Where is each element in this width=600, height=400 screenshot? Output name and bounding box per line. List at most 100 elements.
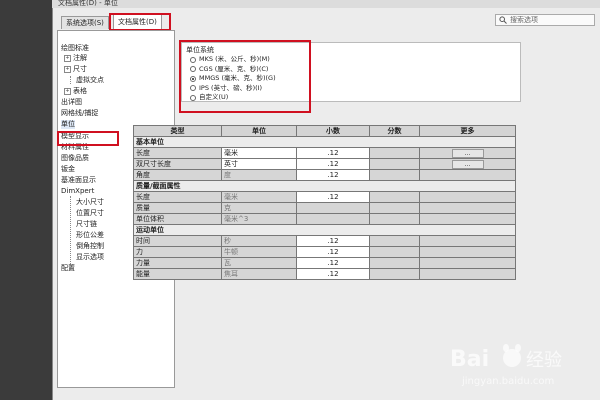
tree-item-5[interactable]: 出详图 [61, 98, 82, 107]
tree-item-6[interactable]: 网格线/捕捉 [61, 109, 98, 118]
cell-unit-select[interactable]: 克 [221, 202, 297, 214]
expand-plus-icon[interactable]: + [64, 87, 71, 95]
search-options-field[interactable]: 搜索选项 [495, 14, 595, 26]
tree-item-13[interactable]: DimXpert [61, 187, 94, 196]
tree-item-17[interactable]: 形位公差 [76, 231, 104, 240]
cell-more [419, 246, 516, 258]
table-row: 长度 毫米 .12... [133, 147, 516, 159]
cell-unit-select[interactable]: 焦耳 [221, 268, 297, 280]
tree-item-12[interactable]: 基准面显示 [61, 176, 96, 185]
cell-more [419, 169, 516, 181]
cell-type: 时间 [133, 235, 222, 247]
cell-unit-select[interactable]: 毫米 [221, 191, 297, 203]
tree-item-0[interactable]: 绘图标准 [61, 44, 89, 53]
cell-decimals-select[interactable] [296, 202, 370, 214]
cell-decimals-select[interactable]: .12 [296, 235, 370, 247]
tree-item-8[interactable]: 模型显示 [61, 132, 89, 141]
cell-more [419, 213, 516, 225]
watermark-url: jingyan.baidu.com [461, 376, 554, 387]
column-header-decimals: 小数 [296, 125, 370, 137]
tree-item-label: 形位公差 [76, 231, 104, 239]
cell-more: ... [419, 147, 516, 159]
tree-item-label: 模型显示 [61, 132, 89, 140]
cell-unit-select[interactable]: 毫米 [221, 147, 297, 159]
cell-unit-select[interactable]: 英寸 [221, 158, 297, 170]
tree-connector [70, 196, 71, 270]
unit-system-option-4[interactable]: 自定义(U) [190, 93, 228, 102]
column-header-more: 更多 [419, 125, 516, 137]
column-header-type: 类型 [133, 125, 222, 137]
table-row: 时间秒 .12 [133, 235, 516, 247]
tree-item-4[interactable]: + 表格 [64, 87, 87, 96]
cell-unit-select[interactable]: 瓦 [221, 257, 297, 269]
tree-item-11[interactable]: 钣金 [61, 165, 75, 174]
baidu-jingyan-logo: Bai 经验 jingyan.baidu.com [450, 344, 562, 387]
cell-decimals-select[interactable]: .12 [296, 268, 370, 280]
cell-unit-select[interactable]: 毫米^3 [221, 213, 297, 225]
tree-item-2[interactable]: + 尺寸 [64, 65, 87, 74]
tree-item-label: 虚拟交点 [76, 76, 104, 84]
tree-item-14[interactable]: 大小尺寸 [76, 198, 104, 207]
tree-item-10[interactable]: 图像品质 [61, 154, 89, 163]
tree-item-15[interactable]: 位置尺寸 [76, 209, 104, 218]
unit-system-option-label: 自定义(U) [199, 93, 229, 101]
radio-unchecked-icon[interactable] [190, 85, 196, 91]
unit-system-option-label: MKS (米、公斤、秒)(M) [199, 55, 270, 63]
cell-decimals-select[interactable]: .12 [296, 147, 370, 159]
tree-item-16[interactable]: 尺寸链 [76, 220, 97, 229]
cell-more [419, 268, 516, 280]
radio-unchecked-icon[interactable] [190, 56, 196, 63]
unit-system-option-label: MMGS (毫米、克、秒)(G) [199, 74, 276, 82]
cell-decimals-select[interactable]: .12 [296, 158, 370, 170]
table-row: 单位体积 毫米^3 [133, 213, 516, 225]
cell-type: 角度 [133, 169, 222, 181]
cell-decimals-select[interactable]: .12 [296, 257, 370, 269]
cell-fractions [369, 213, 420, 225]
tree-item-label: 材料属性 [61, 143, 89, 151]
more-options-button[interactable]: ... [451, 148, 484, 158]
cell-type: 长度 [133, 191, 222, 203]
cell-decimals-select[interactable]: .12 [296, 191, 370, 203]
tab-system-options[interactable]: 系统选项(S) [61, 16, 109, 29]
cell-type: 双尺寸长度 [133, 158, 222, 170]
tree-item-label: 网格线/捕捉 [61, 109, 99, 117]
cell-decimals-select[interactable]: .12 [296, 169, 370, 181]
tree-item-19[interactable]: 显示选项 [76, 253, 104, 262]
cell-fractions [369, 268, 420, 280]
radio-unchecked-icon[interactable] [190, 66, 196, 72]
unit-system-option-2[interactable]: MMGS (毫米、克、秒)(G) [190, 74, 276, 83]
tree-item-1[interactable]: + 注解 [64, 54, 87, 63]
table-row: 长度 毫米 .12 [133, 191, 516, 203]
tree-item-label: 图像品质 [61, 154, 89, 162]
tree-item-3[interactable]: 虚拟交点 [76, 76, 104, 85]
table-row: 双尺寸长度 英寸 .12... [133, 158, 516, 170]
table-group-label: 运动单位 [133, 224, 516, 236]
unit-system-option-1[interactable]: CGS (厘米、克、秒)(C) [190, 65, 268, 74]
expand-plus-icon[interactable]: + [64, 65, 71, 73]
more-options-button[interactable]: ... [451, 159, 484, 169]
cell-fractions [369, 169, 420, 181]
cell-decimals-select[interactable] [296, 213, 370, 225]
cell-unit-select[interactable]: 度 [221, 169, 297, 181]
tree-item-label: 配置 [61, 264, 75, 272]
cell-unit-select[interactable]: 秒 [221, 235, 297, 247]
table-group-label: 质量/截面属性 [133, 180, 516, 192]
tree-item-7[interactable]: 单位 [61, 120, 75, 129]
unit-system-option-3[interactable]: IPS (英寸、磅、秒)(I) [190, 84, 262, 93]
tree-item-9[interactable]: 材料属性 [61, 143, 89, 152]
radio-unchecked-icon[interactable] [190, 94, 196, 101]
expand-plus-icon[interactable]: + [64, 54, 71, 62]
cell-type: 长度 [133, 147, 222, 159]
cell-decimals-select[interactable]: .12 [296, 246, 370, 258]
tab-document-properties[interactable]: 文档属性(D) [113, 14, 162, 29]
cell-unit-select[interactable]: 牛顿 [221, 246, 297, 258]
tree-item-label: 表格 [73, 87, 87, 95]
radio-checked-icon[interactable] [190, 75, 196, 82]
watermark-brand2: 经验 [526, 350, 562, 371]
tree-item-20[interactable]: 配置 [61, 264, 75, 273]
unit-system-option-0[interactable]: MKS (米、公斤、秒)(M) [190, 55, 270, 64]
cell-fractions [369, 202, 420, 214]
tree-item-18[interactable]: 倒角控制 [76, 242, 104, 251]
tree-item-label: DimXpert [61, 187, 95, 195]
cell-type: 力量 [133, 257, 222, 269]
